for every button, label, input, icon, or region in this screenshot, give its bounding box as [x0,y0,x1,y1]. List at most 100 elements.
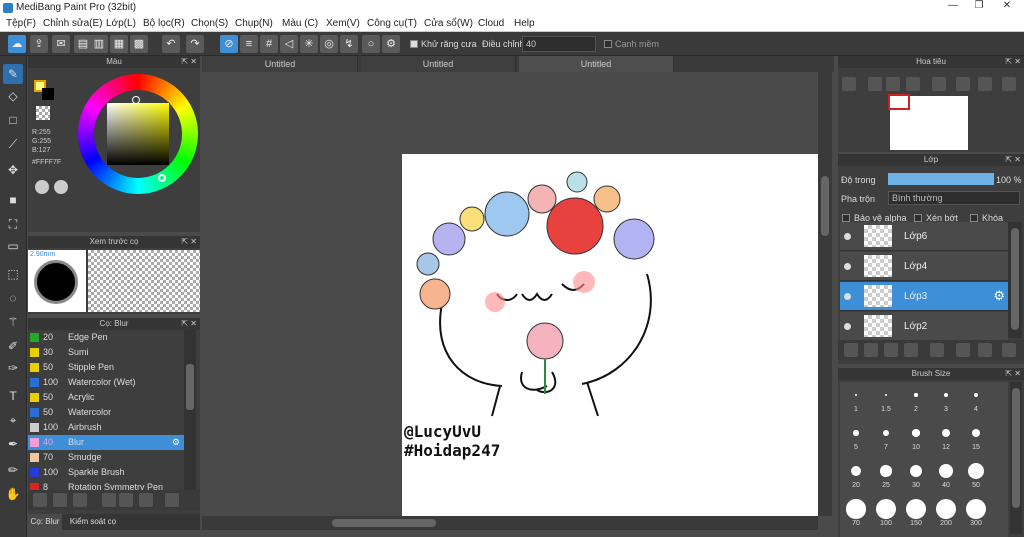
cross-snap-icon[interactable]: # [260,35,278,53]
pages-icon[interactable]: ▦ [110,35,128,53]
folder-icon[interactable] [119,493,133,507]
eyedropper-icon[interactable]: ✒ [3,434,23,454]
layer-scroll-thumb[interactable] [1011,228,1019,330]
brush-size-option[interactable]: 100 [872,498,900,527]
tab-untitled-3[interactable]: Untitled [519,56,674,72]
menu-file[interactable]: Tệp(F) [6,18,36,29]
brush-size-option[interactable]: 40 [932,460,960,489]
fill-rect-tool-icon[interactable]: ■ [3,190,23,210]
gear-icon[interactable]: ⚙ [382,35,400,53]
brush-size-option[interactable]: 15 [962,422,990,451]
visibility-eye-icon[interactable] [844,293,851,300]
new-brush-icon[interactable] [53,493,67,507]
divide-tool-icon[interactable]: ⌖ [3,410,23,430]
comment-icon[interactable]: ✉ [52,35,70,53]
layer-settings-icon[interactable]: ⚙ [993,288,1005,304]
menu-cloud[interactable]: Cloud [478,18,504,29]
panel-close-icon[interactable]: ⇱ ✕ [181,56,197,68]
layer-folder-icon[interactable] [930,343,944,357]
brush-size-scroll-thumb[interactable] [1012,388,1020,508]
menu-select[interactable]: Chọn(S) [191,18,228,29]
share-icon[interactable]: ⇪ [30,35,48,53]
tab-untitled-1[interactable]: Untitled [203,56,358,72]
square-picker-handle[interactable] [132,96,140,104]
brush-list-item[interactable]: 50 Watercolor [28,405,184,420]
brush-tool-icon[interactable]: ✎ [3,64,23,84]
palette-icon[interactable] [35,180,49,194]
layer-row[interactable]: Lớp4 [840,252,1008,281]
zoom-in-icon[interactable] [842,77,856,91]
brush-size-option[interactable]: 25 [872,460,900,489]
lock-checkbox[interactable] [970,214,978,222]
brush-size-option[interactable]: 150 [902,498,930,527]
canvas-vertical-scrollbar[interactable] [818,72,832,516]
panel-close-icon[interactable]: ⇱ ✕ [181,318,197,330]
menu-help[interactable]: Help [514,18,535,29]
canvas-hscroll-thumb[interactable] [332,519,436,527]
hand-tool-icon[interactable]: ✋ [3,484,23,504]
brush-list-item[interactable]: 50 Stipple Pen [28,360,184,375]
add-brush-icon[interactable] [33,493,47,507]
menu-filter[interactable]: Bộ lọc(R) [143,18,185,29]
brush-size-scrollbar[interactable] [1010,382,1022,534]
hue-picker-handle[interactable] [158,174,166,182]
snap-off-icon[interactable]: ⊘ [220,35,238,53]
brush-settings-icon[interactable] [102,493,116,507]
protect-alpha-checkbox[interactable] [842,214,850,222]
brush-size-option[interactable]: 2 [902,384,930,413]
adjust-select[interactable]: 40 [522,36,596,52]
zoom-actual-icon[interactable] [886,77,900,91]
flip-icon[interactable] [1002,77,1016,91]
brush-list-item[interactable]: 70 Smudge [28,450,184,465]
grid-icon[interactable]: ▩ [130,35,148,53]
navigator-viewport[interactable] [888,94,910,110]
brush-list-scrollbar[interactable] [184,330,196,490]
page-icon[interactable]: ▥ [90,35,108,53]
visibility-eye-icon[interactable] [844,323,851,330]
canvas-paper[interactable]: @LucyUvU #Hoidap247 [402,154,818,516]
brush-list-item[interactable]: 20 Edge Pen [28,330,184,345]
rotate-left-icon[interactable] [932,77,946,91]
parallel-snap-icon[interactable]: ≡ [240,35,258,53]
zoom-fit-icon[interactable] [868,77,882,91]
layer-row[interactable]: Lớp3 ⚙ [840,282,1008,311]
transparent-swatch[interactable] [36,106,50,120]
brush-size-option[interactable]: 12 [932,422,960,451]
navigator-thumbnail[interactable] [888,94,968,150]
vanish-snap-icon[interactable]: ◁ [280,35,298,53]
new-8bit-layer-icon[interactable] [884,343,898,357]
brush-list-item[interactable]: 30 Sumi [28,345,184,360]
brush-list-item[interactable]: 100 Airbrush [28,420,184,435]
tab-brush[interactable]: Cọ: Blur [28,514,62,530]
menu-window[interactable]: Cửa sổ(W) [424,18,473,29]
brush-scroll-thumb[interactable] [186,364,194,410]
brush-size-option[interactable]: 7 [872,422,900,451]
bucket-tool-icon[interactable]: ⛶ [3,214,23,234]
cloud-icon[interactable]: ☁ [8,35,26,53]
brush-size-option[interactable]: 200 [932,498,960,527]
trash-icon[interactable] [165,493,179,507]
maximize-button[interactable]: ❐ [966,0,992,14]
zoom-out-icon[interactable] [906,77,920,91]
eraser-tool-icon[interactable]: ◇ [3,86,23,106]
panel-close-icon[interactable]: ⇱ ✕ [1005,56,1021,68]
tab-untitled-2[interactable]: Untitled [361,56,516,72]
select-pen-icon[interactable]: ✐ [3,336,23,356]
background-color-swatch[interactable] [42,88,54,100]
brush-size-option[interactable]: 50 [962,460,990,489]
brush-size-option[interactable]: 1.5 [872,384,900,413]
minimize-button[interactable]: — [940,0,966,14]
lasso-tool-icon[interactable]: ◌ [3,288,23,308]
brush-list-item[interactable]: 100 Watercolor (Wet) [28,375,184,390]
brush-settings-icon[interactable]: ⚙ [172,435,180,450]
line-tool-icon[interactable]: ⟋ [3,134,23,154]
curve-snap-icon[interactable]: ↯ [340,35,358,53]
panel-close-icon[interactable]: ⇱ ✕ [181,236,197,248]
duplicate-icon[interactable] [139,493,153,507]
delete-layer-icon[interactable] [1002,343,1016,357]
fullscreen-icon[interactable] [956,77,970,91]
brush-size-option[interactable]: 30 [902,460,930,489]
text-tool-icon[interactable]: T [3,386,23,406]
move-tool-icon[interactable]: ✥ [3,160,23,180]
brush-list-item[interactable]: 50 Acrylic [28,390,184,405]
